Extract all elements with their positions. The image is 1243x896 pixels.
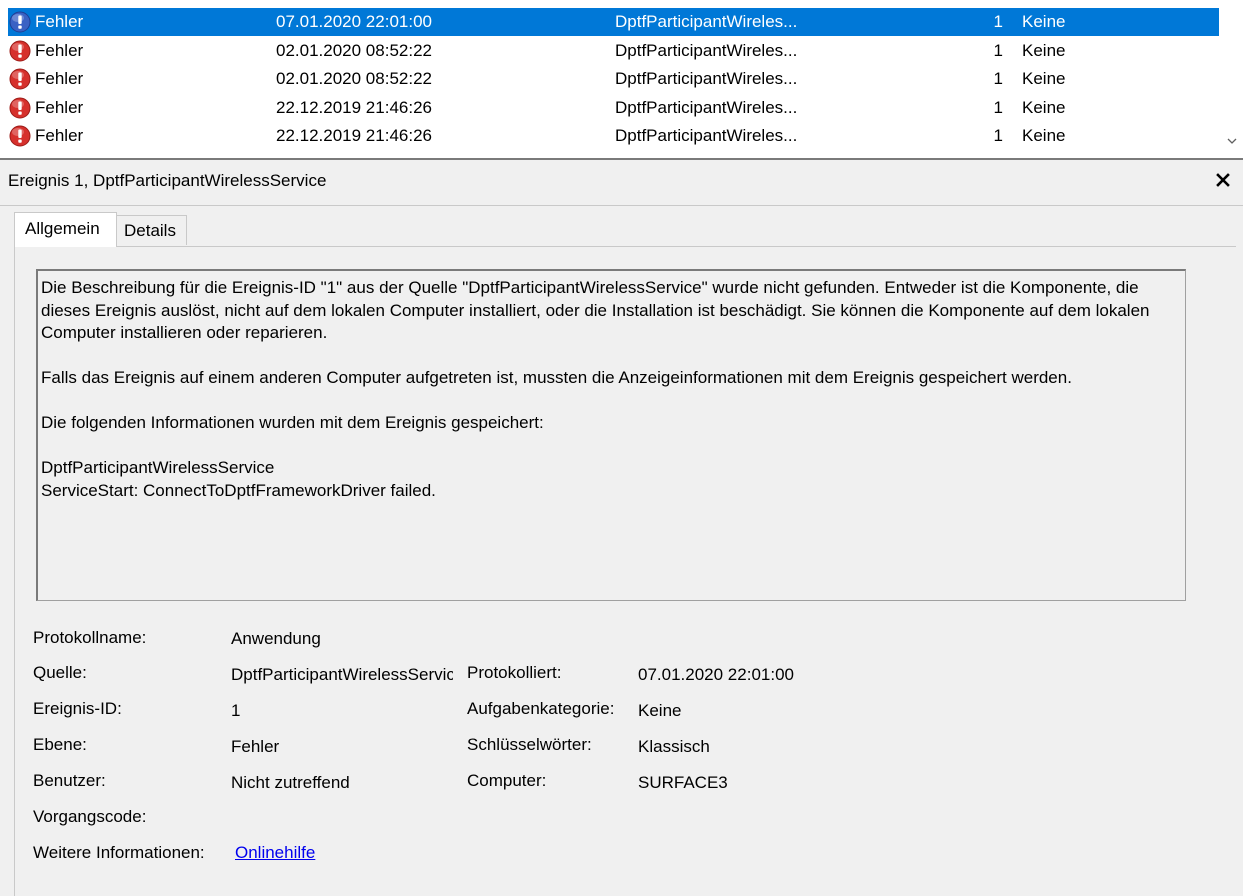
event-row[interactable]: Fehler 22.12.2019 21:46:26 DptfParticipant…	[8, 94, 1219, 122]
logged-value: 07.01.2020 22:01:00	[638, 665, 794, 684]
event-source: DptfParticipantWireles...	[615, 126, 798, 146]
level-value: Fehler	[231, 737, 280, 756]
event-category: Keine	[1022, 69, 1066, 89]
event-level: Fehler	[35, 69, 84, 89]
opcode-label: Vorgangscode:	[33, 807, 147, 826]
level-label: Ebene:	[33, 735, 87, 754]
event-list[interactable]: Fehler 07.01.2020 22:01:00 DptfParticipant…	[0, 0, 1243, 160]
event-category: Keine	[1022, 126, 1066, 146]
event-id: 1	[993, 126, 1003, 146]
error-icon	[9, 97, 31, 119]
event-id: 1	[993, 69, 1003, 89]
error-icon	[9, 40, 31, 62]
task-category-value: Keine	[638, 701, 682, 720]
event-row[interactable]: Fehler 22.12.2019 21:46:26 DptfParticipant…	[8, 122, 1219, 150]
tab-general[interactable]: Allgemein	[14, 212, 117, 247]
event-id: 1	[993, 97, 1003, 117]
user-value: Nicht zutreffend	[231, 773, 350, 792]
event-id-label: Ereignis-ID:	[33, 699, 122, 718]
event-date: 22.12.2019 21:46:26	[276, 126, 432, 146]
event-id: 1	[993, 40, 1003, 60]
event-source: DptfParticipantWireles...	[615, 97, 798, 117]
event-category: Keine	[1022, 97, 1066, 117]
event-category: Keine	[1022, 40, 1066, 60]
detail-title: Ereignis 1, DptfParticipantWirelessServi…	[8, 171, 327, 190]
online-help-link[interactable]: Onlinehilfe	[235, 843, 315, 863]
event-date: 02.01.2020 08:52:22	[276, 40, 432, 60]
description-line: ServiceStart: ConnectToDptfFrameworkDriv…	[41, 480, 436, 500]
event-description-box[interactable]: Die Beschreibung für die Ereignis-ID "1"…	[36, 269, 1186, 601]
detail-header: Ereignis 1, DptfParticipantWirelessServi…	[0, 160, 1243, 206]
description-paragraph: Die folgenden Informationen wurden mit d…	[41, 413, 544, 432]
event-level: Fehler	[35, 97, 84, 117]
source-value: DptfParticipantWirelessService	[231, 665, 453, 684]
event-row[interactable]: Fehler 02.01.2020 08:52:22 DptfParticipant…	[8, 37, 1219, 65]
task-category-label: Aufgabenkategorie:	[467, 699, 615, 718]
log-name-label: Protokollname:	[33, 628, 147, 647]
event-source: DptfParticipantWireles...	[615, 40, 798, 60]
close-icon[interactable]	[1215, 172, 1231, 188]
event-category: Keine	[1022, 12, 1066, 31]
logged-label: Protokolliert:	[467, 663, 562, 682]
source-label: Quelle:	[33, 663, 87, 682]
description-paragraph: Die Beschreibung für die Ereignis-ID "1"…	[41, 278, 1150, 342]
event-id-value: 1	[231, 701, 241, 720]
more-info-label: Weitere Informationen:	[33, 843, 205, 862]
event-date: 22.12.2019 21:46:26	[276, 97, 432, 117]
event-id: 1	[993, 12, 1003, 31]
description-line: DptfParticipantWirelessService	[41, 458, 275, 477]
event-row[interactable]: Fehler 02.01.2020 08:52:22 DptfParticipant…	[8, 65, 1219, 93]
event-level: Fehler	[35, 40, 84, 60]
event-source: DptfParticipantWireles...	[615, 69, 798, 89]
event-level: Fehler	[35, 12, 84, 31]
error-icon	[9, 11, 31, 33]
computer-value: SURFACE3	[638, 773, 728, 792]
event-date: 02.01.2020 08:52:22	[276, 69, 432, 89]
event-level: Fehler	[35, 126, 84, 146]
keywords-label: Schlüsselwörter:	[467, 735, 592, 754]
log-name-value: Anwendung	[231, 629, 321, 648]
error-icon	[9, 68, 31, 90]
event-row[interactable]: Fehler 07.01.2020 22:01:00 DptfParticipant…	[8, 8, 1219, 36]
scroll-down-icon[interactable]	[1223, 132, 1241, 150]
description-paragraph: Falls das Ereignis auf einem anderen Com…	[41, 368, 1072, 387]
tab-details[interactable]: Details	[117, 215, 187, 245]
event-date: 07.01.2020 22:01:00	[276, 12, 432, 31]
error-icon	[9, 125, 31, 147]
user-label: Benutzer:	[33, 771, 106, 790]
list-scrollbar[interactable]	[1221, 0, 1243, 156]
computer-label: Computer:	[467, 771, 547, 790]
event-source: DptfParticipantWireles...	[615, 12, 798, 31]
keywords-value: Klassisch	[638, 737, 710, 756]
